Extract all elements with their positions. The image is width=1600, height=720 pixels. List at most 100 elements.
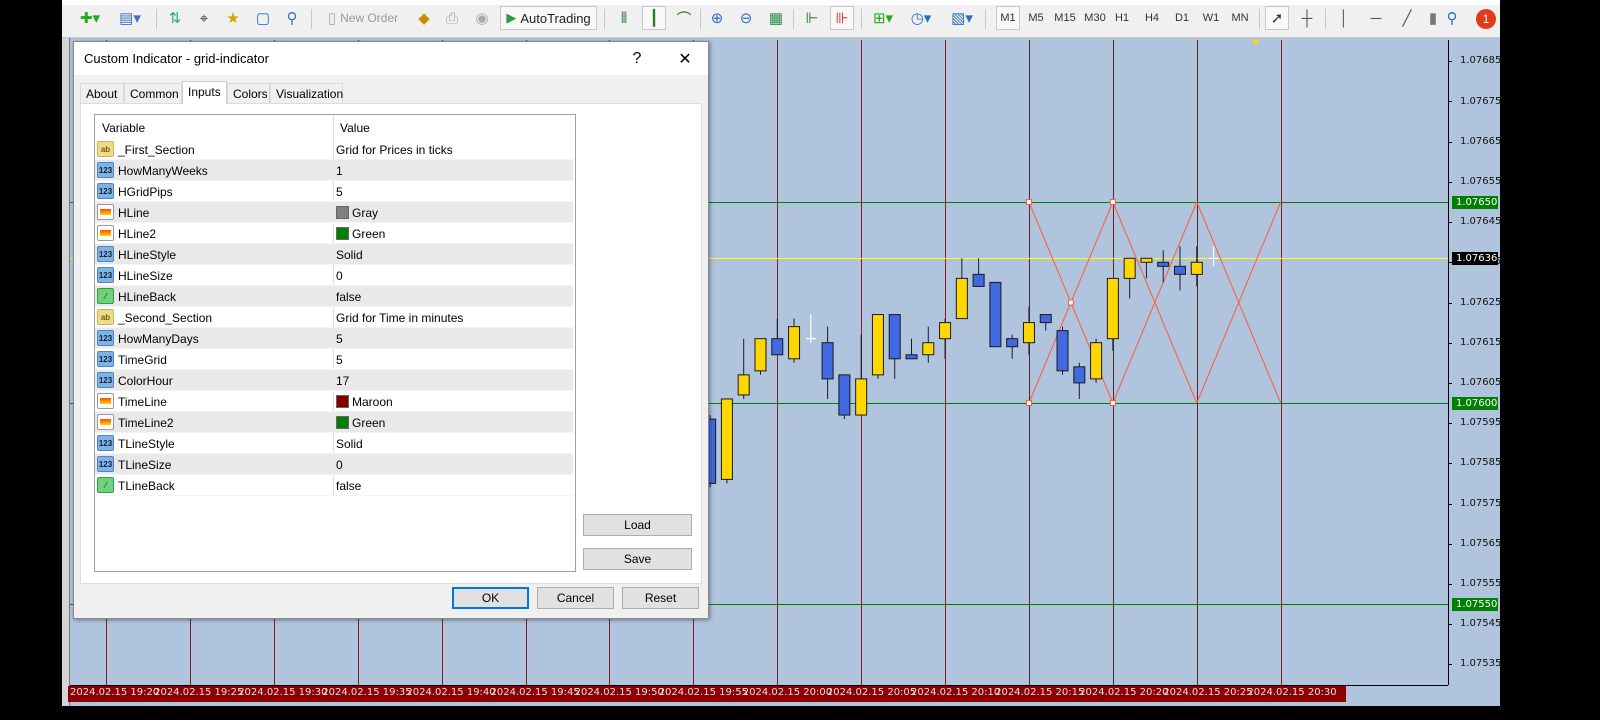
tab-colors[interactable]: Colors (227, 83, 270, 103)
tab-about[interactable]: About (80, 83, 124, 103)
input-variable: _Second_Section (118, 311, 213, 325)
time-tick-label: 2024.02.15 20:10 (911, 687, 1001, 698)
color-type-icon (97, 393, 114, 409)
time-tick-label: 2024.02.15 20:25 (1163, 687, 1253, 698)
candle-body (771, 338, 784, 356)
candle-body (1140, 257, 1153, 263)
candle-body (720, 398, 733, 480)
candle-body (1073, 366, 1086, 384)
reset-button[interactable]: Reset (622, 587, 699, 609)
time-tick-label: 2024.02.15 19:45 (490, 687, 580, 698)
tab-common[interactable]: Common (124, 83, 182, 103)
input-value[interactable]: false (336, 290, 361, 304)
inputs-table: Variable Value ab _First_Section Grid fo… (94, 114, 576, 572)
ok-button[interactable]: OK (452, 587, 529, 609)
input-row[interactable]: 123 HowManyWeeks 1 (95, 160, 573, 181)
inputs-panel: Variable Value ab _First_Section Grid fo… (80, 103, 702, 584)
input-value[interactable]: 5 (336, 185, 343, 199)
input-row[interactable]: ⁄ TLineBack false (95, 475, 573, 496)
input-value-text: Maroon (352, 395, 393, 409)
time-tick-label: 2024.02.15 20:30 (1247, 687, 1337, 698)
input-variable: HowManyWeeks (118, 164, 208, 178)
price-tick-label: 1.07545 (1460, 618, 1502, 630)
input-value[interactable]: Maroon (336, 395, 393, 409)
tab-visualization[interactable]: Visualization (270, 83, 343, 103)
input-value[interactable]: 1 (336, 164, 343, 178)
pattern-anchor-point (1025, 400, 1032, 406)
input-row[interactable]: 123 TimeGrid 5 (95, 349, 573, 370)
input-value-text: false (336, 479, 362, 493)
color-swatch (336, 227, 349, 240)
pattern-anchor-point (1067, 299, 1074, 306)
load-button[interactable]: Load (583, 514, 692, 536)
input-value[interactable]: 5 (336, 353, 343, 367)
candle-body (1173, 265, 1186, 275)
input-value[interactable]: 0 (336, 269, 343, 283)
int-type-icon: 123 (97, 162, 114, 178)
int-type-icon: 123 (97, 246, 114, 262)
int-type-icon: 123 (97, 435, 114, 451)
input-row[interactable]: HLine2 Green (95, 223, 573, 244)
input-value[interactable]: Grid for Time in minutes (336, 311, 463, 325)
candle-body (1022, 322, 1035, 344)
candle-body (989, 281, 1002, 348)
input-row[interactable]: ab _Second_Section Grid for Time in minu… (95, 307, 573, 328)
candle-body (1006, 338, 1019, 348)
candle-body (737, 374, 750, 396)
save-button[interactable]: Save (583, 548, 692, 570)
input-value[interactable]: Solid (336, 248, 363, 262)
input-value[interactable]: Grid for Prices in ticks (336, 143, 453, 157)
candle-body (905, 354, 918, 360)
input-variable: TLineSize (118, 458, 172, 472)
input-value-text: 5 (336, 185, 343, 199)
input-value[interactable]: 5 (336, 332, 343, 346)
input-value-text: 0 (336, 269, 343, 283)
grid-price-tag: 1.07550 (1452, 598, 1498, 611)
input-value[interactable]: Green (336, 416, 385, 430)
input-row[interactable]: 123 HLineSize 0 (95, 265, 573, 286)
candle (754, 338, 767, 375)
input-variable: _First_Section (118, 143, 195, 157)
input-row[interactable]: 123 TLineStyle Solid (95, 433, 573, 454)
input-row[interactable]: HLine Gray (95, 202, 573, 223)
int-type-icon: 123 (97, 456, 114, 472)
candle-body (1157, 261, 1170, 267)
int-type-icon: 123 (97, 351, 114, 367)
color-swatch (336, 416, 349, 429)
input-row[interactable]: 123 TLineSize 0 (95, 454, 573, 475)
cancel-button[interactable]: Cancel (537, 587, 614, 609)
input-row[interactable]: ab _First_Section Grid for Prices in tic… (95, 139, 573, 160)
price-tick-label: 1.07665 (1460, 135, 1502, 147)
input-value[interactable]: Gray (336, 206, 378, 220)
candle-body (972, 273, 985, 287)
close-button[interactable]: ✕ (670, 46, 700, 72)
input-row[interactable]: 123 HowManyDays 5 (95, 328, 573, 349)
input-value-text: Solid (336, 437, 363, 451)
input-value[interactable]: Solid (336, 437, 363, 451)
input-row[interactable]: TimeLine Maroon (95, 391, 573, 412)
pattern-anchor-point (1109, 400, 1116, 406)
input-variable: HLine2 (118, 227, 157, 241)
grid-price-tag: 1.07650 (1452, 196, 1498, 209)
input-value[interactable]: 17 (336, 374, 349, 388)
price-tick-label: 1.07565 (1460, 537, 1502, 549)
input-row[interactable]: 123 HLineStyle Solid (95, 244, 573, 265)
help-button[interactable]: ? (622, 46, 652, 72)
input-value[interactable]: false (336, 479, 361, 493)
int-type-icon: 123 (97, 372, 114, 388)
color-type-icon (97, 204, 114, 220)
price-tick-label: 1.07595 (1460, 417, 1502, 429)
input-row[interactable]: ⁄ HLineBack false (95, 286, 573, 307)
candle-body (871, 314, 884, 376)
input-row[interactable]: TimeLine2 Green (95, 412, 573, 433)
input-value[interactable]: Green (336, 227, 385, 241)
price-tick-label: 1.07655 (1460, 175, 1502, 187)
input-value[interactable]: 0 (336, 458, 343, 472)
int-type-icon: 123 (97, 330, 114, 346)
input-row[interactable]: 123 HGridPips 5 (95, 181, 573, 202)
candle-body (1190, 261, 1203, 275)
time-tick-label: 2024.02.15 19:40 (406, 687, 496, 698)
input-variable: HLine (118, 206, 150, 220)
tab-inputs[interactable]: Inputs (182, 81, 227, 104)
input-row[interactable]: 123 ColorHour 17 (95, 370, 573, 391)
